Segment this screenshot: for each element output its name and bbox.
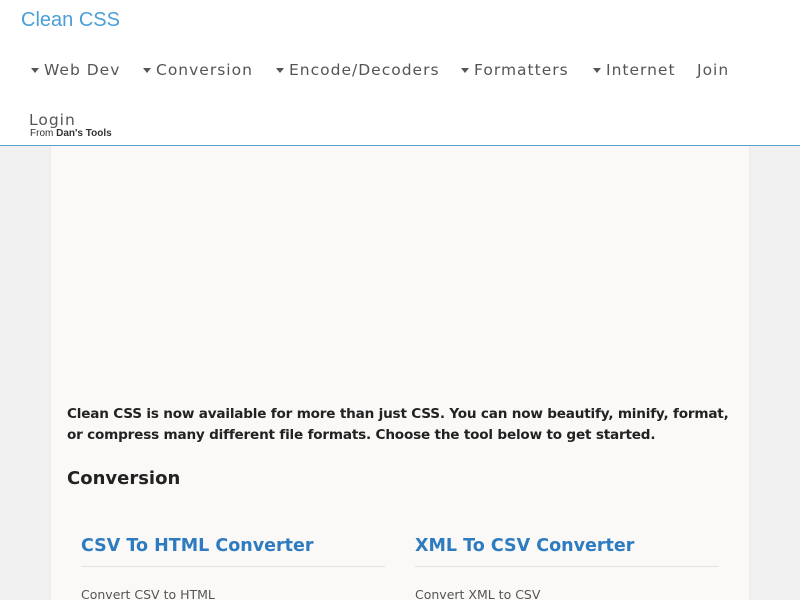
xml-to-csv-link[interactable]: XML To CSV Converter (415, 536, 719, 567)
tool-card-csv-to-html: CSV To HTML Converter Convert CSV to HTM… (81, 536, 385, 600)
nav-join-label: Join (697, 61, 730, 79)
caret-down-icon (31, 68, 39, 73)
nav-internet[interactable]: Internet (593, 59, 676, 81)
intro-text: Clean CSS is now available for more than… (67, 406, 729, 443)
ad-space (67, 146, 735, 386)
nav-login-label: Login (29, 111, 76, 129)
brand-link[interactable]: Clean CSS (21, 9, 120, 32)
tool-card-xml-to-csv: XML To CSV Converter Convert XML to CSV (415, 536, 719, 600)
csv-to-html-description: Convert CSV to HTML (81, 587, 215, 600)
nav-internet-label: Internet (606, 61, 676, 79)
nav-conversion[interactable]: Conversion (143, 59, 253, 81)
caret-down-icon (461, 68, 469, 73)
nav-encode-decoders[interactable]: Encode/Decoders (276, 59, 440, 81)
nav-web-dev-label: Web Dev (44, 61, 121, 79)
nav-formatters-label: Formatters (474, 61, 569, 79)
top-navbar: Clean CSS Web Dev Conversion Encode/Deco… (0, 0, 800, 146)
caret-down-icon (593, 68, 601, 73)
xml-to-csv-description: Convert XML to CSV (415, 587, 541, 600)
nav-encode-decoders-label: Encode/Decoders (289, 61, 440, 79)
csv-to-html-link[interactable]: CSV To HTML Converter (81, 536, 385, 567)
section-title-conversion: Conversion (67, 468, 181, 489)
nav-formatters[interactable]: Formatters (461, 59, 569, 81)
main-content: Clean CSS is now available for more than… (50, 146, 750, 600)
from-prefix: From (30, 128, 54, 139)
caret-down-icon (276, 68, 284, 73)
nav-web-dev[interactable]: Web Dev (31, 59, 120, 81)
dans-tools-link[interactable]: Dan's Tools (56, 128, 112, 139)
from-dans-tools: From Dan's Tools (30, 128, 112, 139)
caret-down-icon (143, 68, 151, 73)
nav-conversion-label: Conversion (156, 61, 253, 79)
nav-join[interactable]: Join (697, 59, 729, 81)
